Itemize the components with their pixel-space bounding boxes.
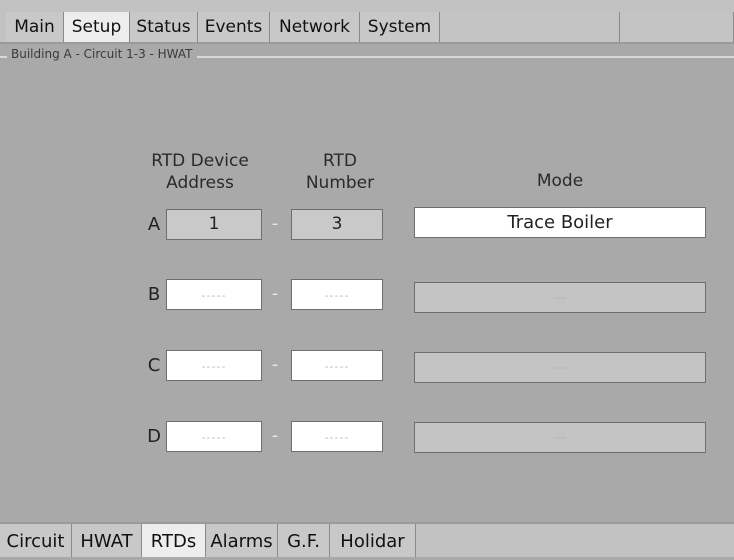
row-b-number-value: ----- (324, 289, 350, 302)
header-rtd-number: RTD Number (285, 150, 395, 194)
row-c-number-field[interactable]: ----- (291, 350, 383, 381)
tab-rtds[interactable]: RTDs (142, 524, 206, 557)
row-d-address-value: ----- (201, 431, 227, 444)
row-c-address-value: ----- (201, 360, 227, 373)
row-d-mode-field[interactable]: --- (414, 422, 706, 453)
row-d-number-field[interactable]: ----- (291, 421, 383, 452)
header-rtd-number-line2: Number (305, 173, 375, 193)
row-c-separator: - (271, 354, 279, 375)
header-rtd-device-line1: RTD Device (151, 151, 249, 171)
row-a-address-field[interactable]: 1 (166, 209, 262, 240)
header-rtd-device-address: RTD Device Address (130, 150, 270, 194)
row-d-separator: - (271, 425, 279, 446)
tab-gf[interactable]: G.F. (278, 524, 330, 557)
row-b-letter: B (147, 284, 161, 305)
row-c-mode-field[interactable]: --- (414, 352, 706, 383)
row-a-mode-field[interactable]: Trace Boiler (414, 207, 706, 238)
tab-circuit[interactable]: Circuit (0, 524, 72, 557)
row-d-address-field[interactable]: ----- (166, 421, 262, 452)
tab-empty-2 (620, 12, 734, 42)
group-title: Building A - Circuit 1-3 - HWAT (7, 47, 197, 61)
top-tab-bar: Main Setup Status Events Network System (0, 0, 734, 44)
tab-events[interactable]: Events (198, 12, 270, 42)
tab-holiday[interactable]: Holidar (330, 524, 416, 557)
tab-main[interactable]: Main (6, 12, 64, 42)
row-c-number-value: ----- (324, 360, 350, 373)
header-mode: Mode (536, 171, 584, 191)
row-b-address-value: ----- (201, 289, 227, 302)
row-d-number-value: ----- (324, 431, 350, 444)
row-a-separator: - (271, 213, 279, 234)
tab-setup[interactable]: Setup (64, 12, 130, 42)
row-c-letter: C (147, 355, 161, 376)
tab-hwat[interactable]: HWAT (72, 524, 142, 557)
tab-system[interactable]: System (360, 12, 440, 42)
tab-network[interactable]: Network (270, 12, 360, 42)
bottom-tab-bar: Circuit HWAT RTDs Alarms G.F. Holidar (0, 522, 734, 557)
tab-empty-1 (440, 12, 620, 42)
row-a-number-field[interactable]: 3 (291, 209, 383, 240)
row-d-letter: D (147, 426, 161, 447)
row-b-address-field[interactable]: ----- (166, 279, 262, 310)
tab-status[interactable]: Status (130, 12, 198, 42)
row-c-address-field[interactable]: ----- (166, 350, 262, 381)
header-rtd-number-line1: RTD (322, 151, 358, 171)
row-b-separator: - (271, 283, 279, 304)
tab-alarms[interactable]: Alarms (206, 524, 278, 557)
row-b-number-field[interactable]: ----- (291, 279, 383, 310)
row-a-letter: A (147, 214, 161, 235)
row-b-mode-field[interactable]: --- (414, 282, 706, 313)
header-rtd-device-line2: Address (166, 173, 234, 193)
